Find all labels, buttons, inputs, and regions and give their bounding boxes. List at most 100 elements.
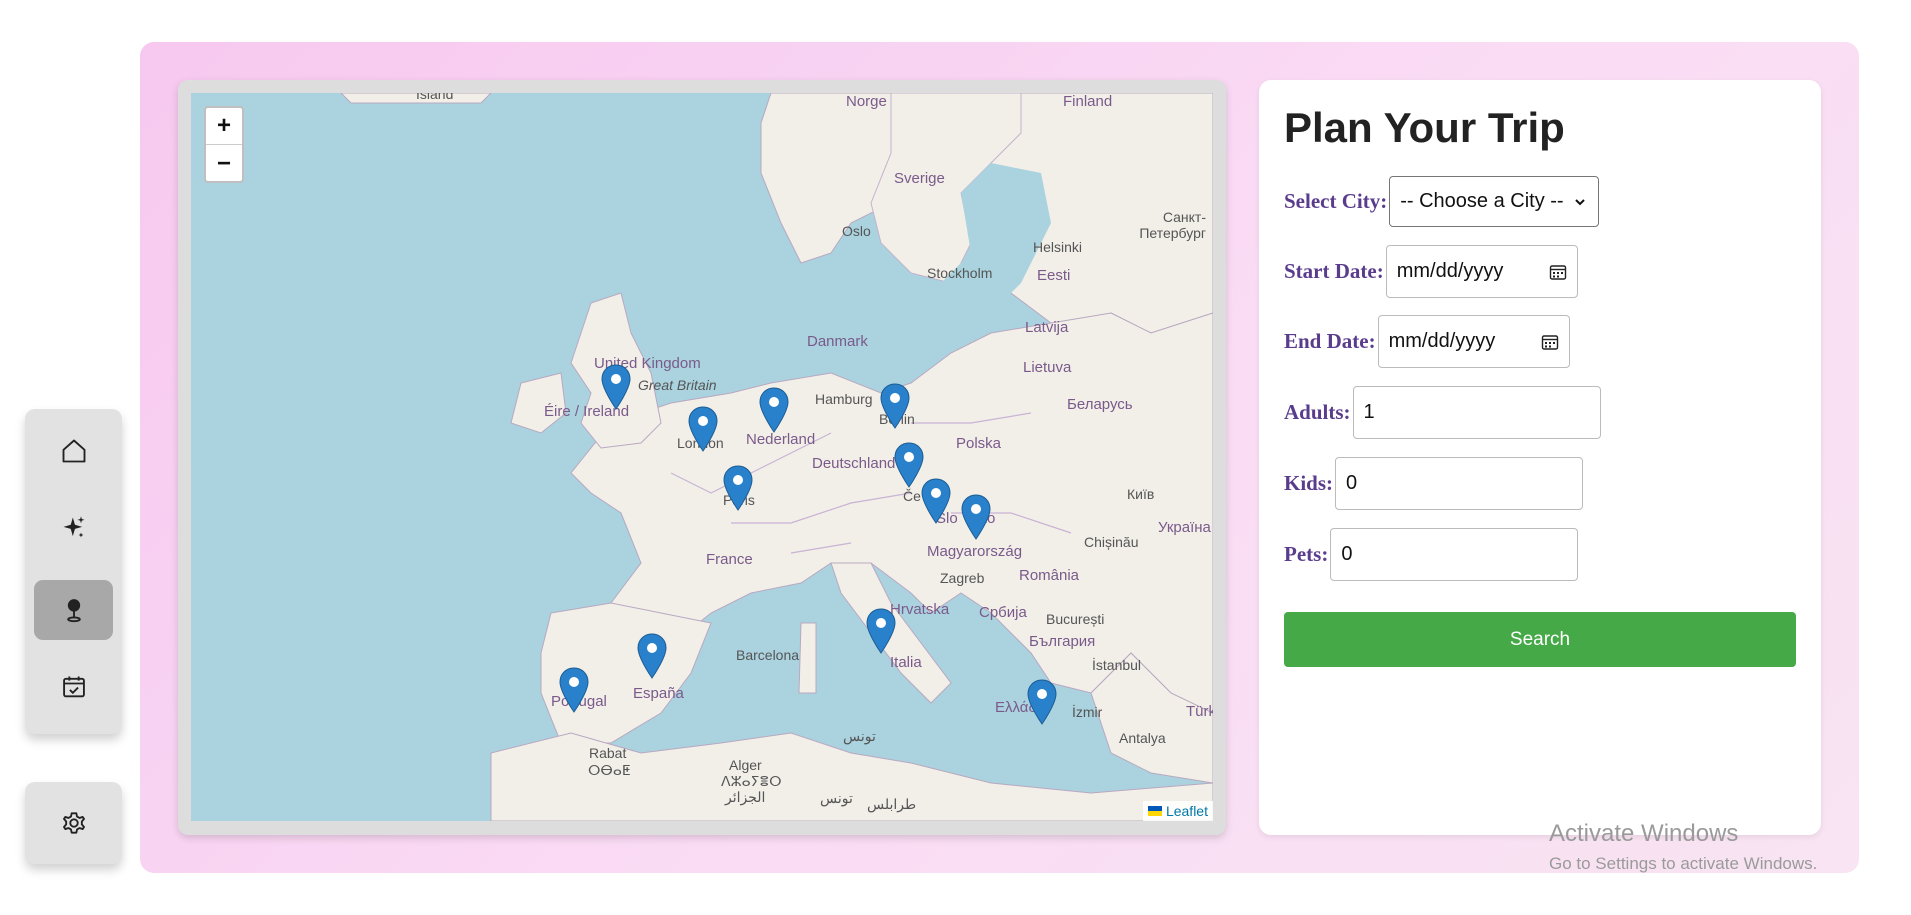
map-label: Helsinki xyxy=(1033,239,1083,255)
map-label: ⴷⵣⴰⵢⴻⵔ xyxy=(721,773,782,789)
gear-icon xyxy=(62,812,85,834)
map-label: Če xyxy=(903,488,921,504)
map-label: București xyxy=(1046,611,1105,627)
calendar-icon[interactable] xyxy=(1541,333,1559,351)
trip-form-card: Plan Your Trip Select City: -- Choose a … xyxy=(1259,80,1821,835)
calendar-check-icon xyxy=(62,676,85,698)
map-label: Hamburg xyxy=(815,391,873,407)
map-label: Latvija xyxy=(1025,319,1069,336)
map-label: Oslo xyxy=(842,223,871,239)
chevron-down-icon xyxy=(1574,198,1585,205)
nav-home-button[interactable] xyxy=(34,421,113,481)
map-label: Alger xyxy=(729,757,762,773)
start-date-label: Start Date: xyxy=(1284,259,1384,283)
watermark-title: Activate Windows xyxy=(1549,820,1739,847)
page-title: Plan Your Trip xyxy=(1284,104,1565,151)
end-date-label: End Date: xyxy=(1284,329,1376,353)
map-label: Україна xyxy=(1158,519,1211,536)
start-date-placeholder: mm/dd/yyyy xyxy=(1396,260,1504,282)
map-label: Ísland xyxy=(416,93,454,102)
map-label: Санкт-Петербург xyxy=(1139,209,1206,241)
map-label: Polska xyxy=(956,435,1002,452)
map-marker[interactable] xyxy=(921,478,951,524)
zoom-out-button[interactable]: − xyxy=(206,145,242,182)
map[interactable]: Ísland Norge Finland Sverige Oslo Stockh… xyxy=(191,93,1213,821)
map-label: ⵔⴱⴰⵟ xyxy=(588,762,631,778)
map-label: الجزائر xyxy=(725,789,766,805)
map-label: Србија xyxy=(979,604,1027,621)
city-label: Select City: xyxy=(1284,189,1388,213)
map-marker[interactable] xyxy=(637,633,667,679)
map-label: İzmir xyxy=(1072,704,1103,720)
map-label: طرابلس xyxy=(867,796,917,812)
pets-input[interactable]: 0 xyxy=(1330,528,1579,581)
map-label: Antalya xyxy=(1119,730,1166,746)
kids-row: Kids: 0 xyxy=(1284,457,1584,510)
map-marker[interactable] xyxy=(559,667,589,713)
map-marker[interactable] xyxy=(601,364,631,410)
attribution-link[interactable]: Leaflet xyxy=(1142,801,1213,821)
end-date-placeholder: mm/dd/yyyy xyxy=(1388,330,1496,352)
map-label: Rabat xyxy=(589,745,627,761)
map-marker[interactable] xyxy=(688,406,718,452)
map-pin-icon xyxy=(66,599,81,623)
map-label: Zagreb xyxy=(940,570,985,586)
adults-row: Adults: 1 xyxy=(1284,386,1601,439)
map-label: Great Britain xyxy=(638,377,717,393)
search-button[interactable]: Search xyxy=(1284,612,1796,667)
kids-label: Kids: xyxy=(1284,471,1334,495)
map-marker[interactable] xyxy=(894,442,924,488)
kids-input[interactable]: 0 xyxy=(1335,457,1584,510)
map-label: تونس xyxy=(820,790,853,806)
start-date-input[interactable]: mm/dd/yyyy xyxy=(1385,245,1578,298)
map-label: Stockholm xyxy=(927,265,993,281)
zoom-control: + − xyxy=(204,106,244,183)
zoom-in-button[interactable]: + xyxy=(206,108,242,145)
map-marker[interactable] xyxy=(1027,679,1057,725)
pets-label: Pets: xyxy=(1284,542,1329,566)
pets-row: Pets: 0 xyxy=(1284,528,1579,581)
map-label: Danmark xyxy=(807,333,868,350)
map-label: Deutschland xyxy=(812,455,896,472)
home-icon xyxy=(62,439,85,463)
end-date-input[interactable]: mm/dd/yyyy xyxy=(1377,315,1570,368)
map-label: Norge xyxy=(846,93,887,110)
windows-activation-watermark: Activate Windows Go to Settings to activ… xyxy=(1549,820,1817,874)
map-label: تونس xyxy=(843,728,876,744)
map-label: Türk xyxy=(1186,703,1213,720)
map-label: Київ xyxy=(1127,486,1155,502)
map-label: Finland xyxy=(1063,93,1113,110)
watermark-subtitle: Go to Settings to activate Windows. xyxy=(1549,854,1818,873)
map-marker[interactable] xyxy=(880,383,910,429)
nav-map-button[interactable] xyxy=(34,580,113,640)
calendar-icon[interactable] xyxy=(1549,263,1567,281)
map-label: Eesti xyxy=(1037,267,1071,284)
map-label: Barcelona xyxy=(736,647,800,663)
map-marker[interactable] xyxy=(866,608,896,654)
adults-label: Adults: xyxy=(1284,400,1351,424)
map-label: Italia xyxy=(890,654,922,671)
settings-button[interactable] xyxy=(25,782,122,864)
map-label: България xyxy=(1029,633,1096,650)
city-select[interactable]: -- Choose a City -- xyxy=(1389,176,1600,227)
map-label: Lietuva xyxy=(1023,359,1072,376)
sidebar xyxy=(25,409,122,734)
map-label: France xyxy=(706,551,753,568)
adults-input[interactable]: 1 xyxy=(1352,386,1601,439)
city-select-value: -- Choose a City -- xyxy=(1400,190,1564,212)
map-marker[interactable] xyxy=(961,494,991,540)
map-label: España xyxy=(633,685,684,702)
sparkles-icon xyxy=(63,516,84,538)
nav-calendar-button[interactable] xyxy=(34,657,113,717)
start-date-row: Start Date: mm/dd/yyyy xyxy=(1284,245,1578,298)
map-marker[interactable] xyxy=(723,465,753,511)
ukraine-flag-icon xyxy=(1147,806,1162,816)
map-label: Magyarország xyxy=(927,543,1023,560)
map-label: România xyxy=(1019,567,1080,584)
map-marker[interactable] xyxy=(759,387,789,433)
attribution-text: Leaflet xyxy=(1165,803,1208,819)
map-label: İstanbul xyxy=(1092,657,1142,673)
end-date-row: End Date: mm/dd/yyyy xyxy=(1284,315,1570,368)
map-tiles[interactable] xyxy=(191,93,1213,821)
nav-ai-button[interactable] xyxy=(34,498,113,558)
